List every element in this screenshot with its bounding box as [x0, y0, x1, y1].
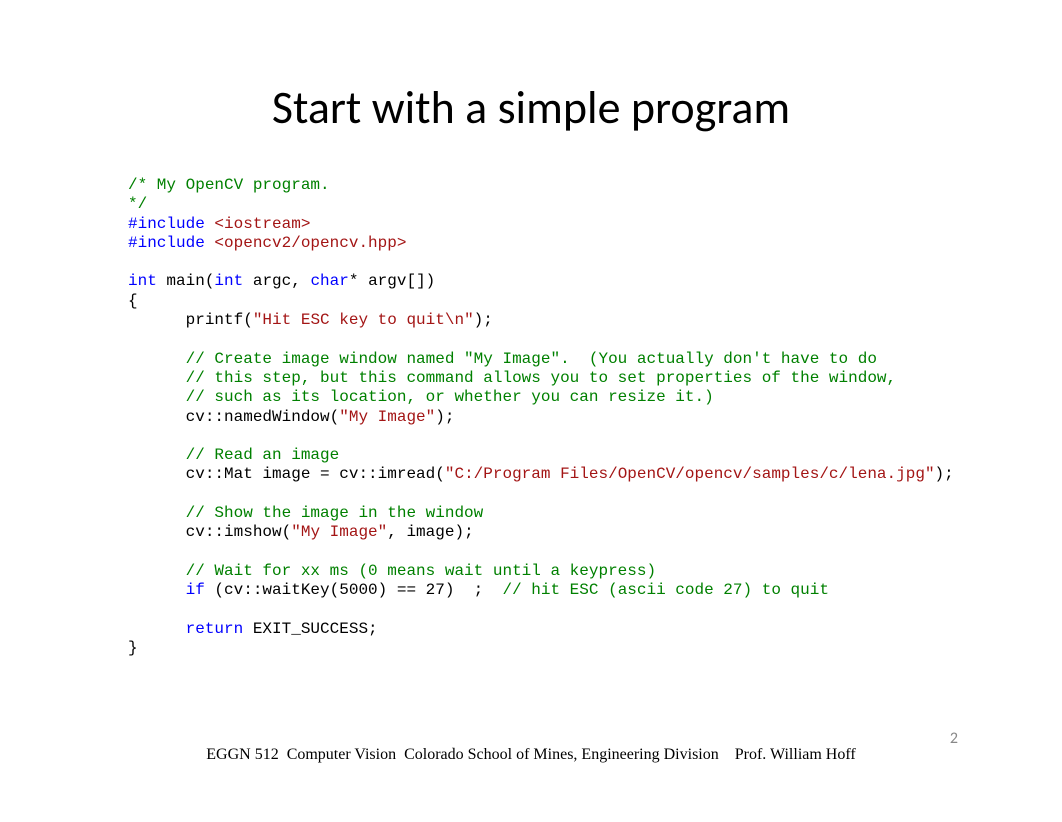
code-text	[128, 620, 186, 638]
code-text: {	[128, 292, 138, 310]
code-text: cv::imshow(	[128, 523, 291, 541]
code-text: );	[935, 465, 954, 483]
code-text: EXIT_SUCCESS;	[243, 620, 377, 638]
code-text: cv::Mat image = cv::imread(	[128, 465, 445, 483]
code-string: "My Image"	[291, 523, 387, 541]
code-string: <iostream>	[205, 215, 311, 233]
code-keyword: int	[214, 272, 243, 290]
code-text: );	[474, 311, 493, 329]
code-string: "Hit ESC key to quit\n"	[253, 311, 474, 329]
page-number: 2	[950, 729, 958, 748]
code-string: "My Image"	[339, 408, 435, 426]
code-text: }	[128, 639, 138, 657]
code-comment: */	[128, 195, 147, 213]
code-string: "C:/Program Files/OpenCV/opencv/samples/…	[445, 465, 935, 483]
code-text: , image);	[387, 523, 473, 541]
footer-subject: Computer Vision	[287, 746, 396, 764]
code-keyword: #include	[128, 234, 205, 252]
code-keyword: return	[186, 620, 244, 638]
code-comment: // Show the image in the window	[128, 504, 483, 522]
code-comment: // such as its location, or whether you …	[128, 388, 714, 406]
code-text: );	[435, 408, 454, 426]
code-string: <opencv2/opencv.hpp>	[205, 234, 407, 252]
code-text: main(	[157, 272, 215, 290]
code-text: (cv::waitKey(5000) == 27) ;	[205, 581, 503, 599]
code-comment: // this step, but this command allows yo…	[128, 369, 896, 387]
code-keyword: #include	[128, 215, 205, 233]
footer-prof: Prof. William Hoff	[735, 746, 856, 764]
footer-course: EGGN 512	[206, 746, 278, 764]
slide-title: Start with a simple program	[0, 80, 1062, 136]
code-text: argc,	[243, 272, 310, 290]
code-comment: // Wait for xx ms (0 means wait until a …	[128, 562, 656, 580]
code-text: printf(	[128, 311, 253, 329]
code-comment: // Create image window named "My Image".…	[128, 350, 877, 368]
code-comment: // hit ESC (ascii code 27) to quit	[502, 581, 828, 599]
code-text: cv::namedWindow(	[128, 408, 339, 426]
code-text	[128, 581, 186, 599]
code-keyword: int	[128, 272, 157, 290]
code-comment: // Read an image	[128, 446, 339, 464]
code-keyword: char	[310, 272, 348, 290]
code-comment: /* My OpenCV program.	[128, 176, 330, 194]
footer-school: Colorado School of Mines, Engineering Di…	[404, 746, 719, 764]
slide: Start with a simple program /* My OpenCV…	[0, 0, 1062, 822]
code-block: /* My OpenCV program. */ #include <iostr…	[128, 176, 954, 658]
code-text: * argv[])	[349, 272, 435, 290]
slide-footer: EGGN 512 Computer Vision Colorado School…	[0, 746, 1062, 764]
code-keyword: if	[186, 581, 205, 599]
